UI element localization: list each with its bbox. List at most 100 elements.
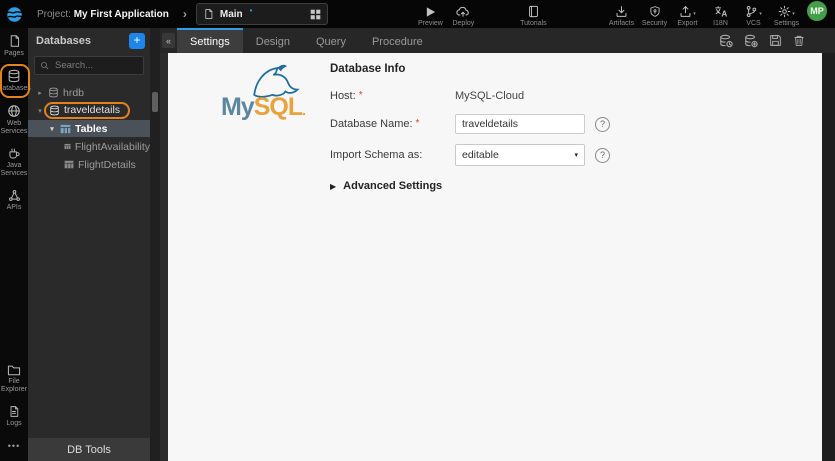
preview-label: Preview	[417, 20, 443, 27]
web-services-globe-icon	[7, 104, 21, 118]
settings-button[interactable]: ▾ Settings	[770, 1, 803, 27]
host-value: MySQL-Cloud	[455, 90, 525, 102]
import-schema-help-icon[interactable]: ?	[595, 147, 610, 163]
breadcrumb-chevron-icon: ›	[182, 7, 187, 21]
settings-dropdown-caret-icon: ▾	[792, 11, 795, 17]
sidebar-item-web-services[interactable]: Web Services	[0, 98, 28, 141]
deploy-label: Deploy	[452, 20, 475, 27]
host-label: Host: *	[330, 90, 363, 102]
file-explorer-label: File Explorer	[0, 377, 28, 393]
tree-item-flightdetails[interactable]: FlightDetails	[28, 156, 150, 173]
svg-text:A: A	[721, 9, 727, 18]
delete-trash-icon[interactable]	[793, 34, 805, 47]
advanced-settings-toggle[interactable]: ▶ Advanced Settings	[330, 180, 610, 192]
tree-item-tables[interactable]: ▾ Tables	[28, 120, 150, 137]
tables-icon	[60, 124, 71, 133]
panel-scrollbar-thumb[interactable]	[152, 92, 158, 112]
databases-label: Databases	[0, 85, 31, 93]
left-gutter	[160, 53, 168, 461]
database-icon	[49, 87, 58, 98]
settings-label: Settings	[773, 20, 800, 27]
breadcrumb: Project: My First Application	[37, 9, 169, 20]
tree-item-traveldetails[interactable]: ▾ traveldetails	[28, 102, 150, 119]
user-avatar[interactable]: MP	[807, 1, 827, 21]
artifacts-download-icon	[615, 5, 628, 18]
tab-design[interactable]: Design	[243, 28, 303, 53]
security-shield-icon	[649, 5, 661, 18]
i18n-translate-icon: A	[714, 5, 728, 18]
table-icon	[64, 143, 71, 150]
tree-item-flightavailability[interactable]: FlightAvailability	[28, 138, 150, 155]
section-title: Database Info	[330, 63, 406, 75]
logs-document-icon	[8, 405, 20, 418]
reimport-database-icon[interactable]	[719, 34, 733, 48]
caret-collapsed-icon[interactable]: ▸	[36, 89, 44, 97]
tutorials-book-icon	[528, 5, 539, 18]
pages-icon	[8, 34, 21, 48]
vcs-branch-icon: ▾	[745, 5, 762, 18]
sidebar-item-apis[interactable]: APIs	[0, 183, 28, 217]
artifacts-button[interactable]: Artifacts	[605, 1, 638, 27]
databases-panel-header: Databases +	[28, 28, 150, 53]
preview-play-icon	[425, 5, 436, 18]
deploy-button[interactable]: Deploy	[447, 1, 480, 27]
sidebar-item-logs[interactable]: Logs	[0, 399, 28, 433]
database-icon	[50, 105, 59, 115]
import-schema-value: editable	[462, 149, 499, 161]
logs-label: Logs	[6, 419, 22, 427]
db-tools-button[interactable]: DB Tools	[28, 438, 150, 461]
table-icon	[64, 160, 74, 169]
tree-item-label: Tables	[75, 122, 108, 135]
tab-query[interactable]: Query	[303, 28, 359, 53]
caret-expanded-icon[interactable]: ▾	[36, 107, 44, 115]
caret-expanded-icon[interactable]: ▾	[48, 125, 56, 133]
apis-nodes-icon	[8, 189, 21, 202]
security-button[interactable]: Security	[638, 1, 671, 27]
database-name-help-icon[interactable]: ?	[595, 116, 610, 132]
export-upload-icon: ▾	[679, 5, 696, 18]
export-database-icon[interactable]	[744, 34, 758, 48]
import-schema-select[interactable]: editable ▾	[455, 144, 585, 166]
tree-item-label: FlightDetails	[78, 158, 136, 171]
database-name-row: Database Name:* ?	[330, 113, 610, 135]
sidebar-item-file-explorer[interactable]: File Explorer	[0, 358, 28, 399]
collapse-panel-button[interactable]: «	[162, 33, 175, 48]
java-services-coffee-icon	[7, 147, 21, 160]
import-schema-row: Import Schema as: editable ▾ ?	[330, 144, 610, 166]
database-search-box[interactable]	[34, 56, 144, 75]
sidebar-item-java-services[interactable]: Java Services	[0, 141, 28, 183]
add-database-button[interactable]: +	[129, 32, 145, 49]
tutorials-label: Tutorials	[520, 20, 547, 27]
deploy-cloud-icon	[456, 5, 470, 18]
panel-scrollbar[interactable]	[150, 28, 160, 461]
wavemaker-logo[interactable]	[0, 0, 28, 28]
search-input[interactable]	[53, 59, 138, 72]
tree-item-hrdb[interactable]: ▸ hrdb	[28, 84, 150, 101]
preview-button[interactable]: Preview	[414, 1, 447, 27]
sidebar-item-pages[interactable]: Pages	[0, 28, 28, 63]
tab-settings[interactable]: Settings	[177, 28, 243, 53]
tab-procedure[interactable]: Procedure	[359, 28, 436, 53]
save-icon[interactable]	[769, 34, 782, 47]
tutorials-button[interactable]: Tutorials	[517, 1, 550, 27]
right-edge-strip	[822, 53, 835, 461]
unsaved-indicator: •	[249, 5, 253, 15]
mysql-wordmark-sql: SQL	[253, 93, 303, 121]
active-page-selector[interactable]: Main •	[195, 3, 328, 25]
advanced-settings-label: Advanced Settings	[343, 180, 443, 192]
tree-item-label: traveldetails	[64, 104, 121, 116]
vcs-dropdown-caret-icon: ▾	[759, 11, 762, 17]
export-label: Export	[677, 20, 698, 27]
database-name-label: Database Name: *	[330, 118, 420, 130]
web-services-label: Web Services	[0, 120, 28, 136]
sidebar-item-databases[interactable]: Databases	[0, 63, 31, 99]
sidebar-more-ellipsis[interactable]: •••	[8, 433, 20, 461]
traveldetails-annotation-ring: traveldetails	[44, 102, 131, 119]
database-name-input[interactable]	[455, 114, 585, 134]
topbar-right-actions: Artifacts Security ▾ Export A I18N ▾ VCS…	[605, 1, 835, 27]
vcs-button[interactable]: ▾ VCS	[737, 1, 770, 27]
export-button[interactable]: ▾ Export	[671, 1, 704, 27]
pages-grid-icon[interactable]	[310, 9, 321, 20]
i18n-button[interactable]: A I18N	[704, 1, 737, 27]
tab-bar: « Settings Design Query Procedure	[160, 28, 835, 53]
